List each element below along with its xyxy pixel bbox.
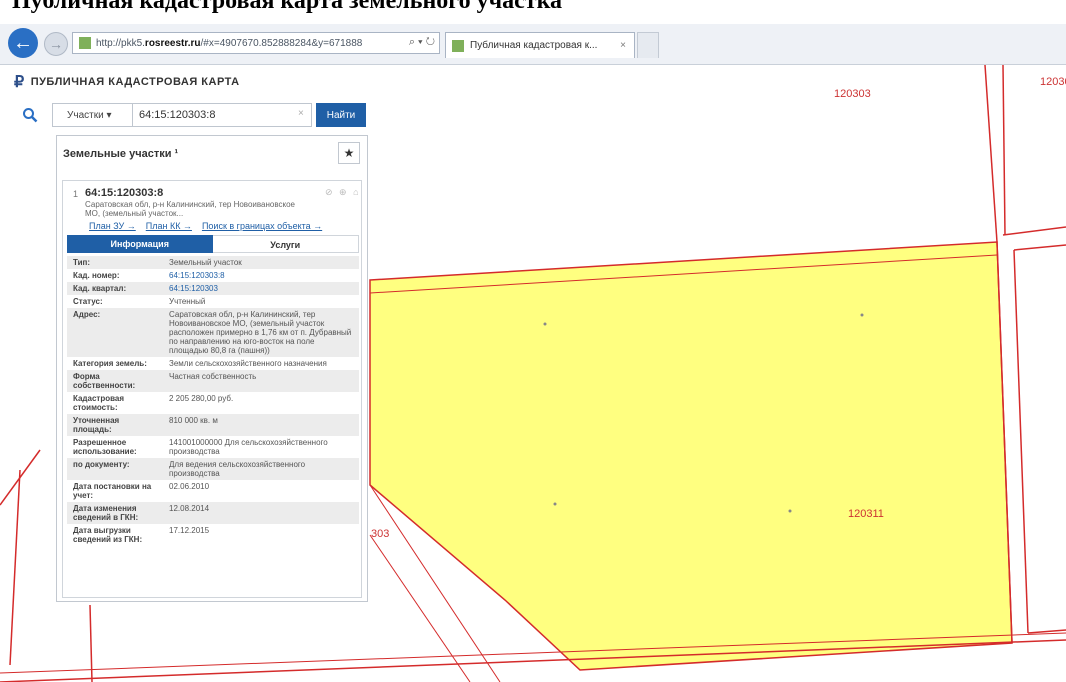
tab-favicon-icon (452, 39, 464, 52)
tab-close-icon[interactable]: × (620, 40, 626, 51)
favorite-button[interactable]: ★ (338, 142, 360, 164)
star-icon: ★ (343, 146, 355, 160)
tab-info[interactable]: Информация (67, 235, 213, 253)
attribute-value: Саратовская обл, р-н Калининский, тер Но… (169, 310, 352, 355)
tab-services[interactable]: Услуги (212, 235, 359, 253)
map-label-side: 303 (371, 528, 390, 540)
attribute-value: 17.12.2015 (169, 526, 210, 535)
vertex-marker (788, 509, 792, 513)
search-input[interactable] (132, 103, 312, 127)
attribute-row: Категория земель: Земли сельскохозяйствен… (67, 357, 359, 370)
attribute-key: Дата изменения сведений в ГКН: (73, 504, 139, 522)
attributes-table: Тип: Земельный участок Кад. номер: 64:15:12… (67, 256, 359, 546)
app-brand[interactable]: ₽ ПУБЛИЧНАЯ КАДАСТРОВАЯ КАРТА (14, 72, 240, 92)
url-domain: rosreestr.ru (144, 37, 201, 49)
attribute-value: 141001000000 Для сельскохозяйственного п… (169, 438, 328, 456)
attribute-row: Кад. номер: 64:15:120303:8 (67, 269, 359, 282)
forward-button[interactable]: → (44, 32, 68, 56)
attribute-value: Земли сельскохозяйственного назначения (169, 359, 327, 368)
app-title: ПУБЛИЧНАЯ КАДАСТРОВАЯ КАРТА (30, 76, 240, 88)
attribute-row: Дата выгрузки сведений из ГКН: 17.12.2015 (67, 524, 359, 546)
panel-title: Земельные участки ¹ (63, 148, 179, 160)
attribute-row: Кад. квартал: 64:15:120303 (67, 282, 359, 295)
search-button[interactable]: Найти (316, 103, 366, 127)
browser-toolbar: ← → http://pkk5. rosreestr.ru/#x=4907670.… (0, 24, 1066, 65)
arrow-left-icon: ← (13, 31, 33, 54)
vertex-marker (553, 502, 557, 506)
search-bar: Участки ▾ × Найти (16, 103, 366, 129)
parcel-card: 1 64:15:120303:8 Саратовская обл, р-н Ка… (62, 180, 362, 598)
attribute-key: Разрешенное использование: (73, 438, 137, 456)
attribute-value: 02.06.2010 (169, 482, 210, 491)
attribute-row: Уточненная площадь: 810 000 кв. м (67, 414, 359, 436)
results-panel: Земельные участки ¹ ★ 1 64:15:120303:8 С… (56, 135, 368, 602)
browser-tab[interactable]: Публичная кадастровая к... × (445, 32, 635, 58)
attribute-value: Частная собственность (169, 372, 257, 381)
attribute-row: Разрешенное использование: 141001000000 Д… (67, 436, 359, 458)
card-action-icons[interactable]: ⊘ ⊕ ⌂ (325, 187, 361, 198)
attribute-row: Дата изменения сведений в ГКН: 12.08.2014 (67, 502, 359, 524)
attribute-key: Дата постановки на учет: (73, 482, 152, 500)
address-bar-icons[interactable]: ⌕ ▾ ↻ (408, 36, 435, 49)
new-tab-button[interactable] (637, 32, 659, 58)
attribute-row: Адрес: Саратовская обл, р-н Калининский, … (67, 308, 359, 357)
attribute-value: Земельный участок (169, 258, 242, 267)
top-caption: Публичная кадастровая карта земельного у… (0, 0, 1066, 24)
card-index: 1 (73, 189, 79, 199)
attribute-row: по документу: Для ведения сельскохозяйств… (67, 458, 359, 480)
card-cadastral-number[interactable]: 64:15:120303:8 (85, 187, 163, 199)
attribute-value[interactable]: 64:15:120303 (163, 282, 359, 295)
map-label-quarter: 120303 (834, 88, 871, 100)
attribute-key: Тип: (73, 258, 90, 267)
ruble-logo-icon: ₽ (14, 74, 25, 91)
attribute-key: Кадастровая стоимость: (73, 394, 125, 412)
map-label-parcel: 120311 (848, 508, 884, 520)
address-bar[interactable]: http://pkk5. rosreestr.ru/#x=4907670.8528… (72, 32, 440, 54)
card-address: Саратовская обл, р-н Калининский, тер Но… (85, 200, 295, 218)
attribute-value[interactable]: 64:15:120303:8 (163, 269, 359, 282)
attribute-row: Дата постановки на учет: 02.06.2010 (67, 480, 359, 502)
attribute-key: Форма собственности: (73, 372, 136, 390)
attribute-key: по документу: (73, 460, 130, 469)
caption-text: Публичная кадастровая карта земельного у… (12, 0, 563, 14)
card-tabs: Информация Услуги (67, 235, 359, 253)
attribute-value: Для ведения сельскохозяйственного произв… (169, 460, 306, 478)
vertex-marker (860, 313, 864, 317)
attribute-key: Статус: (73, 297, 103, 306)
attribute-value: 2 205 280,00 руб. (169, 394, 234, 403)
link-plan-zu[interactable]: План ЗУ → (89, 221, 136, 231)
search-type-select[interactable]: Участки ▾ (52, 103, 132, 127)
attribute-value: 12.08.2014 (169, 504, 210, 513)
card-links: План ЗУ → План КК → Поиск в границах объ… (89, 221, 322, 231)
attribute-key: Категория земель: (73, 359, 147, 368)
attribute-row: Статус: Учтенный (67, 295, 359, 308)
attribute-key: Адрес: (73, 310, 101, 319)
attribute-key: Уточненная площадь: (73, 416, 120, 434)
url-prefix: http://pkk5. (96, 37, 145, 49)
attribute-key: Кад. квартал: (73, 284, 127, 293)
site-favicon-icon (79, 37, 91, 49)
vertex-marker (543, 322, 547, 326)
attribute-key: Кад. номер: (73, 271, 120, 280)
url-suffix: /#x=4907670.852888284&y=671888 (200, 37, 363, 49)
attribute-row: Тип: Земельный участок (67, 256, 359, 269)
attribute-value: Учтенный (169, 297, 206, 306)
attribute-key: Дата выгрузки сведений из ГКН: (73, 526, 143, 544)
back-button[interactable]: ← (8, 28, 38, 58)
link-search-in-bounds[interactable]: Поиск в границах объекта → (202, 221, 322, 231)
map-label-quarter-right: 12030 (1040, 76, 1066, 88)
clear-icon[interactable]: × (298, 108, 304, 119)
attribute-row: Форма собственности: Частная собственност… (67, 370, 359, 392)
search-icon[interactable] (22, 107, 40, 125)
attribute-value: 810 000 кв. м (169, 416, 218, 425)
arrow-right-icon: → (49, 36, 63, 52)
link-plan-kk[interactable]: План КК → (146, 221, 192, 231)
attribute-row: Кадастровая стоимость: 2 205 280,00 руб. (67, 392, 359, 414)
tab-title: Публичная кадастровая к... (470, 40, 598, 51)
